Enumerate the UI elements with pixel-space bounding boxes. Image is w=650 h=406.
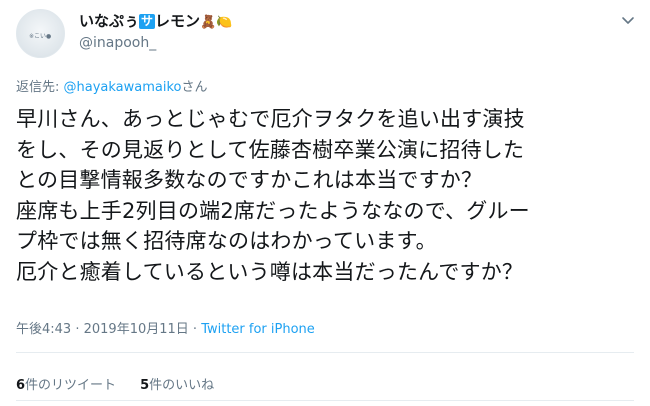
divider xyxy=(16,352,634,353)
bear-lemon-emoji: 🧸🍋 xyxy=(200,15,233,30)
meta-separator: · xyxy=(188,322,202,337)
meta-separator: · xyxy=(71,322,84,337)
retweets-label: 件のリツイート xyxy=(25,378,117,393)
tweet-stats: 6件のリツイート 5件のいいね xyxy=(16,374,214,393)
likes-count: 5 xyxy=(140,378,150,393)
avatar-text: ※こい● xyxy=(29,33,52,40)
divider xyxy=(16,400,634,401)
reply-suffix: さん xyxy=(181,80,208,95)
reply-mention-link[interactable]: @hayakawamaiko xyxy=(64,80,182,95)
display-name-text: いなぷぅ xyxy=(79,12,140,30)
sa-badge: サ xyxy=(139,14,156,29)
author-display-name[interactable]: いなぷぅサレモン🧸🍋 xyxy=(79,10,232,31)
likes-label: 件のいいね xyxy=(149,378,215,393)
reply-prefix: 返信先: xyxy=(16,80,64,95)
display-name-suffix: レモン xyxy=(155,12,201,30)
retweets-stat[interactable]: 6件のリツイート xyxy=(16,378,116,393)
reply-to-line: 返信先: @hayakawamaikoさん xyxy=(16,76,208,95)
tweet-meta: 午後4:43 · 2019年10月11日 · Twitter for iPhon… xyxy=(16,318,315,337)
tweet-text: 早川さん、あっとじゃむで厄介ヲタクを追い出す演技 をし、その見返りとして佐藤杏樹… xyxy=(16,107,530,284)
tweet-source-link[interactable]: Twitter for iPhone xyxy=(201,322,315,337)
retweets-count: 6 xyxy=(16,378,26,393)
tweet-date[interactable]: 2019年10月11日 xyxy=(84,322,189,337)
author-handle[interactable]: @inapooh_ xyxy=(79,35,156,51)
avatar[interactable]: ※こい● xyxy=(16,9,65,58)
likes-stat[interactable]: 5件のいいね xyxy=(140,378,214,393)
tweet-time[interactable]: 午後4:43 xyxy=(16,322,71,337)
chevron-down-icon[interactable] xyxy=(620,12,636,28)
